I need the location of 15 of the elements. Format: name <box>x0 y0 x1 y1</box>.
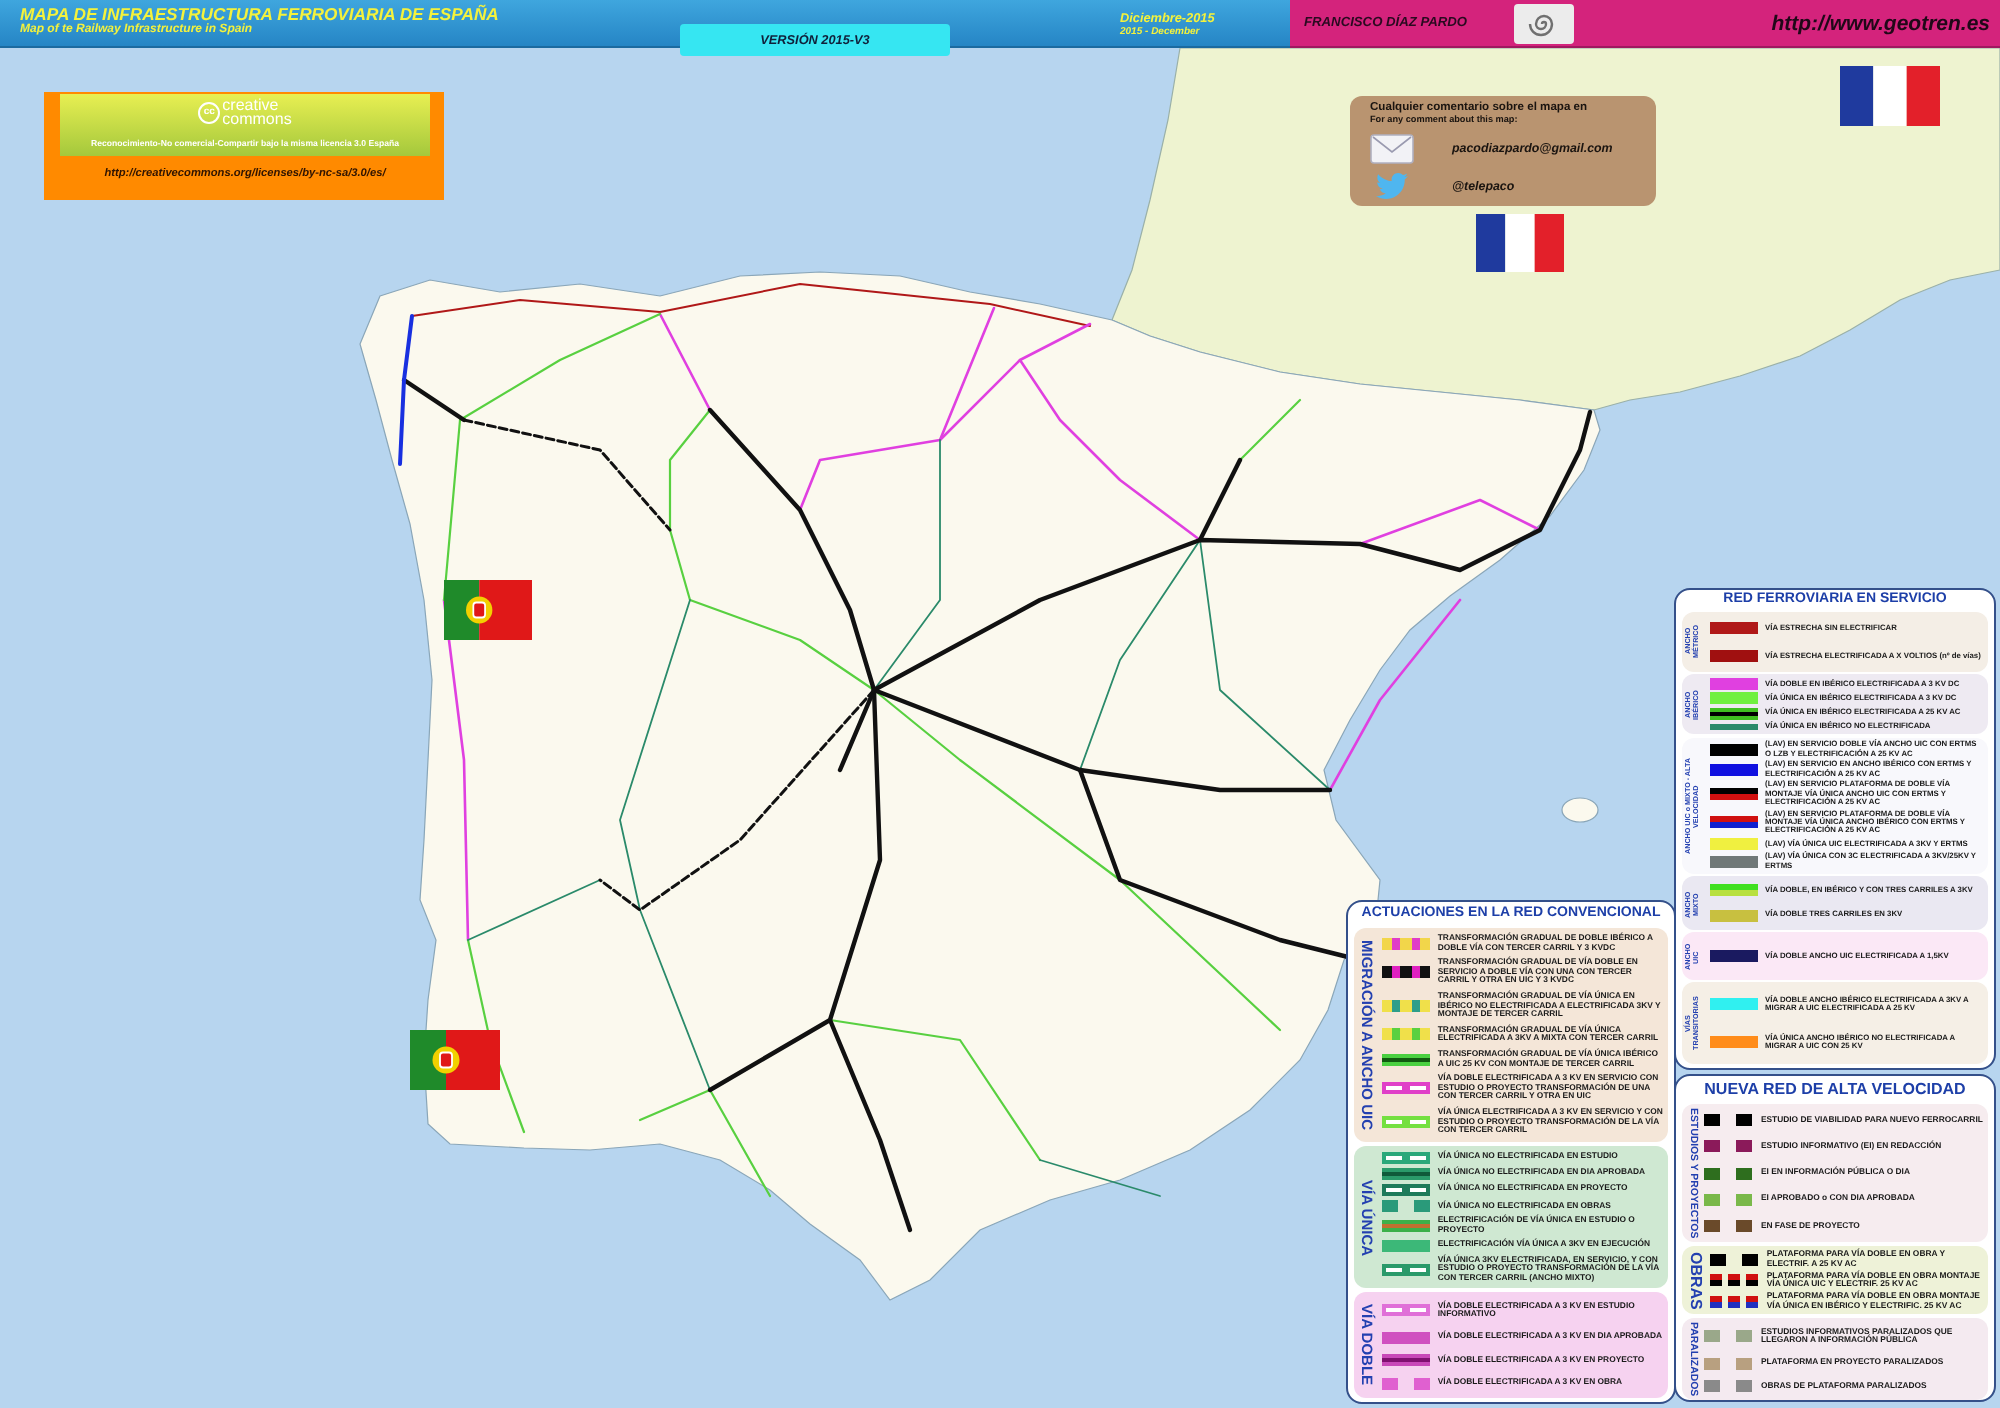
double-track-line <box>658 312 712 412</box>
portugal-flag-icon <box>444 580 532 640</box>
envelope-icon <box>1370 134 1414 164</box>
legend-title: NUEVA RED DE ALTA VELOCIDAD <box>1704 1078 1966 1100</box>
france-flag-icon <box>1840 66 1940 126</box>
non-electrified-line <box>467 879 601 941</box>
map-title: MAPA DE INFRAESTRUCTURA FERROVIARIA DE ESPAÑA <box>20 4 499 24</box>
creative-commons-logo-text: creative commons <box>222 98 292 128</box>
legend-group-label: OBRAS <box>1684 1251 1705 1310</box>
portugal-flag-icon <box>410 1030 500 1090</box>
non-electrified-line <box>1039 1159 1161 1197</box>
island-land <box>1561 797 1599 823</box>
france-flag-icon <box>1476 214 1564 272</box>
website-link[interactable]: http://www.geotren.es <box>1771 11 1990 35</box>
spiral-logo-icon <box>1513 3 1574 43</box>
